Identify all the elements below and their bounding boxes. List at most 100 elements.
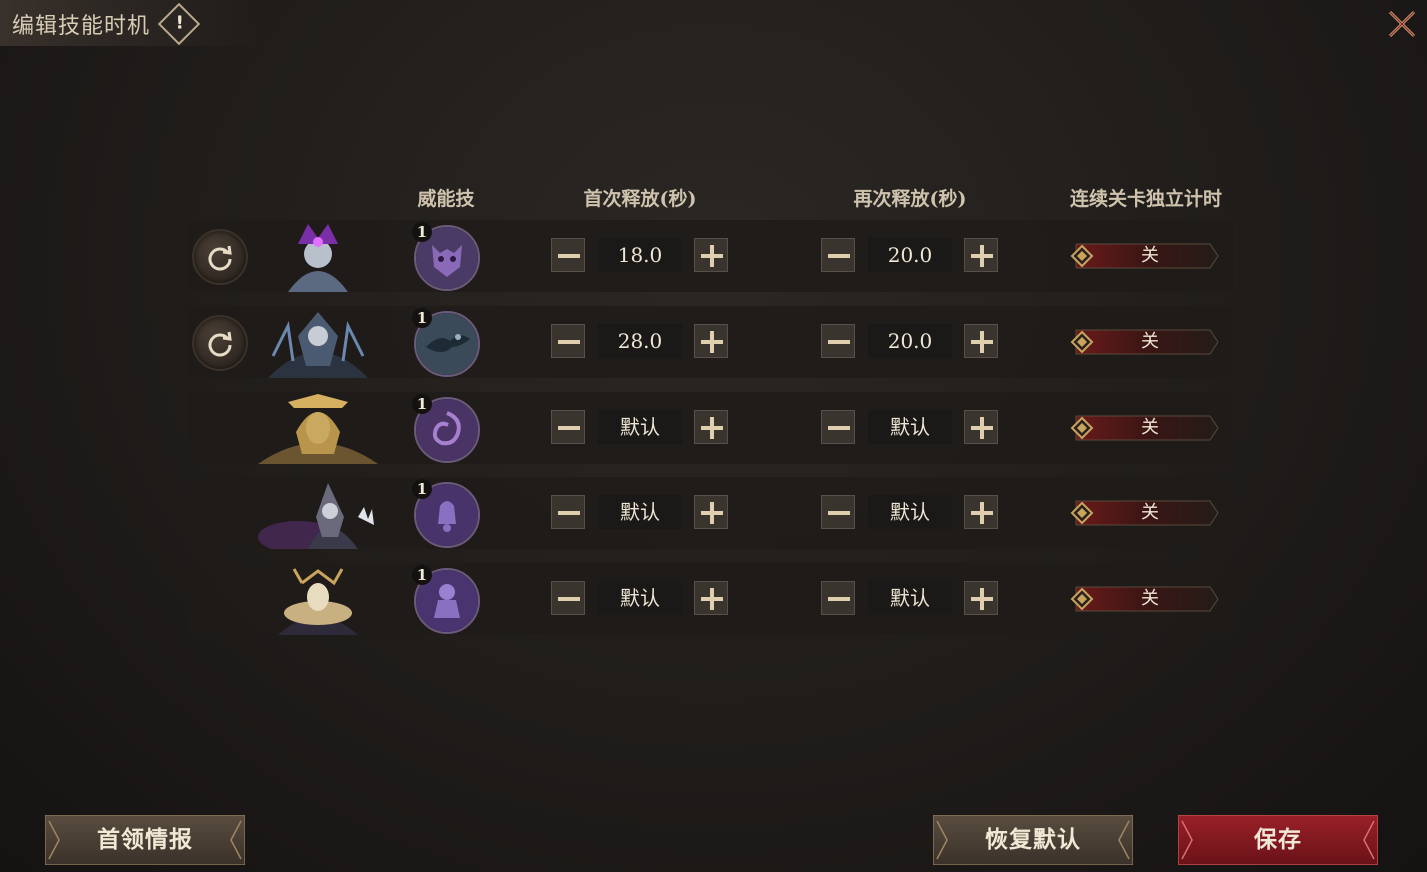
- first-release-increment[interactable]: [694, 581, 728, 615]
- first-release-value[interactable]: 默认: [598, 495, 682, 529]
- next-release-increment[interactable]: [964, 238, 998, 272]
- plus-icon: [701, 417, 723, 439]
- next-release-decrement[interactable]: [821, 495, 855, 529]
- plus-icon: [971, 331, 993, 353]
- next-release-increment[interactable]: [964, 581, 998, 615]
- plus-icon: [701, 502, 723, 524]
- toggle-label: 关: [1141, 331, 1159, 352]
- plus-icon: [701, 245, 723, 267]
- next-release-value[interactable]: 默认: [868, 581, 952, 615]
- header-independent-timer: 连续关卡独立计时: [1069, 188, 1223, 210]
- first-release-decrement[interactable]: [551, 581, 585, 615]
- skill-level-badge: 1: [412, 565, 432, 585]
- info-button[interactable]: !: [157, 2, 201, 46]
- skill-row: 1 28.0 20.0 关: [188, 306, 1234, 378]
- header-first-release: 首次释放(秒): [583, 188, 697, 210]
- next-release-value[interactable]: 默认: [868, 410, 952, 444]
- plus-icon: [971, 417, 993, 439]
- plus-icon: [971, 245, 993, 267]
- exclamation-icon: !: [175, 12, 184, 34]
- skill-row: 1 默认 默认 关: [188, 392, 1234, 464]
- silver-clawed-warrior: [258, 483, 374, 549]
- first-release-decrement[interactable]: [551, 410, 585, 444]
- minus-icon: [558, 426, 580, 430]
- dark-armored-knight: [268, 312, 368, 378]
- reset-row-button[interactable]: [192, 229, 248, 285]
- plus-icon: [701, 331, 723, 353]
- header-next-release: 再次释放(秒): [853, 188, 967, 210]
- next-release-decrement[interactable]: [821, 581, 855, 615]
- toggle-label: 关: [1141, 417, 1159, 438]
- minus-icon: [558, 254, 580, 258]
- next-release-value[interactable]: 20.0: [868, 238, 952, 272]
- independent-timer-toggle[interactable]: 关: [1070, 328, 1220, 356]
- golden-pharaoh: [258, 394, 378, 464]
- next-release-decrement[interactable]: [821, 410, 855, 444]
- minus-icon: [558, 340, 580, 344]
- independent-timer-toggle[interactable]: 关: [1070, 242, 1220, 270]
- minus-icon: [828, 340, 850, 344]
- next-release-decrement[interactable]: [821, 324, 855, 358]
- skill-level-badge: 1: [412, 479, 432, 499]
- first-release-increment[interactable]: [694, 495, 728, 529]
- skill-row: 1 默认 默认 关: [188, 563, 1234, 635]
- next-release-decrement[interactable]: [821, 238, 855, 272]
- first-release-increment[interactable]: [694, 324, 728, 358]
- next-release-value[interactable]: 默认: [868, 495, 952, 529]
- header-skill: 威能技: [417, 188, 475, 210]
- masked-jester: [278, 568, 358, 635]
- refresh-icon: [208, 331, 232, 357]
- minus-icon: [828, 597, 850, 601]
- column-headers: 威能技 首次释放(秒) 再次释放(秒) 连续关卡独立计时: [0, 184, 1427, 210]
- first-release-value[interactable]: 默认: [598, 581, 682, 615]
- boss-info-button[interactable]: 首领情报: [45, 815, 245, 865]
- restore-default-label: 恢复默认: [985, 826, 1081, 853]
- first-release-increment[interactable]: [694, 238, 728, 272]
- plus-icon: [971, 588, 993, 610]
- skill-level-badge: 1: [412, 222, 432, 242]
- minus-icon: [828, 511, 850, 515]
- independent-timer-toggle[interactable]: 关: [1070, 499, 1220, 527]
- first-release-value[interactable]: 28.0: [598, 324, 682, 358]
- boss-portrait: [258, 220, 378, 292]
- skill-row: 1 默认 默认 关: [188, 477, 1234, 549]
- minus-icon: [558, 597, 580, 601]
- first-release-decrement[interactable]: [551, 238, 585, 272]
- skill-level-badge: 1: [412, 394, 432, 414]
- plus-icon: [701, 588, 723, 610]
- save-label: 保存: [1254, 826, 1302, 853]
- first-release-decrement[interactable]: [551, 495, 585, 529]
- minus-icon: [828, 426, 850, 430]
- boss-info-label: 首领情报: [97, 826, 193, 853]
- next-release-increment[interactable]: [964, 495, 998, 529]
- first-release-increment[interactable]: [694, 410, 728, 444]
- title-bar: 编辑技能时机 !: [0, 0, 260, 46]
- first-release-decrement[interactable]: [551, 324, 585, 358]
- minus-icon: [828, 254, 850, 258]
- close-button[interactable]: [1384, 6, 1420, 42]
- next-release-increment[interactable]: [964, 324, 998, 358]
- purple-horned-boss: [288, 224, 348, 292]
- boss-portrait: [258, 392, 378, 464]
- boss-portrait: [258, 477, 378, 549]
- independent-timer-toggle[interactable]: 关: [1070, 585, 1220, 613]
- toggle-label: 关: [1141, 245, 1159, 266]
- minus-icon: [558, 511, 580, 515]
- skill-level-badge: 1: [412, 308, 432, 328]
- close-icon: [1388, 10, 1416, 38]
- restore-default-button[interactable]: 恢复默认: [933, 815, 1133, 865]
- next-release-value[interactable]: 20.0: [868, 324, 952, 358]
- plus-icon: [971, 502, 993, 524]
- reset-row-button[interactable]: [192, 315, 248, 371]
- save-button[interactable]: 保存: [1178, 815, 1378, 865]
- next-release-increment[interactable]: [964, 410, 998, 444]
- refresh-icon: [208, 245, 232, 271]
- independent-timer-toggle[interactable]: 关: [1070, 414, 1220, 442]
- window-title: 编辑技能时机: [12, 14, 151, 39]
- boss-portrait: [258, 306, 378, 378]
- boss-portrait: [258, 563, 378, 635]
- first-release-value[interactable]: 默认: [598, 410, 682, 444]
- toggle-label: 关: [1141, 588, 1159, 609]
- first-release-value[interactable]: 18.0: [598, 238, 682, 272]
- toggle-label: 关: [1141, 502, 1159, 523]
